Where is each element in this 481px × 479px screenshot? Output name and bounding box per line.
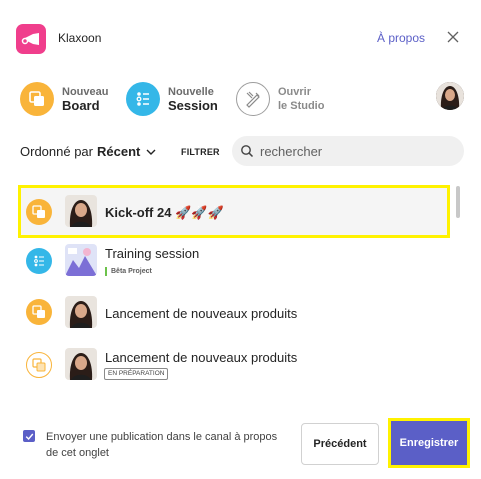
item-thumbnail [65,296,97,328]
project-tag: Bêta Project [105,267,152,276]
new-session-line2: Session [168,98,218,113]
item-title: Kick-off 24 🚀🚀🚀 [105,205,224,220]
board-draft-icon [26,352,52,378]
list-item[interactable]: Lancement de nouveaux produits EN PRÉPAR… [18,340,450,388]
open-studio-line1: Ouvrir [278,86,312,98]
header: Klaxoon À propos [0,0,481,78]
search-icon [241,145,254,158]
board-icon [26,299,52,325]
new-session-button[interactable]: Nouvelle Session [126,81,218,117]
studio-icon [236,82,270,116]
board-icon [20,82,54,116]
item-thumbnail [65,348,97,380]
item-title: Lancement de nouveaux produits [105,306,298,321]
save-button[interactable]: Enregistrer [388,418,470,468]
chevron-down-icon [146,149,156,155]
new-board-button[interactable]: Nouveau Board [20,81,108,117]
close-icon [447,31,459,43]
session-icon [26,248,52,274]
checkmark-icon [25,433,33,440]
close-button[interactable] [443,27,463,47]
app-name: Klaxoon [58,31,102,45]
new-board-line1: Nouveau [62,86,109,98]
new-board-line2: Board [62,98,100,113]
klaxoon-logo [16,24,46,54]
list-item[interactable]: Kick-off 24 🚀🚀🚀 [18,185,450,238]
sort-value: Récent [97,144,141,159]
list-scrollbar[interactable] [456,186,460,218]
publish-notice: Envoyer une publication dans le canal à … [46,431,278,459]
sort-dropdown[interactable]: Ordonné par Récent [20,144,156,159]
item-list: Kick-off 24 🚀🚀🚀 Training session Bêta Pr… [18,180,463,390]
previous-button[interactable]: Précédent [301,423,379,465]
filter-button[interactable]: FILTRER [181,147,220,157]
list-item[interactable]: Lancement de nouveaux produits [18,290,450,334]
publish-checkbox[interactable] [23,430,35,442]
search-box [232,136,464,166]
item-thumbnail [65,195,97,227]
new-session-line1: Nouvelle [168,86,214,98]
item-title: Lancement de nouveaux produits [105,350,298,365]
item-thumbnail [65,244,97,276]
megaphone-icon [21,33,39,45]
sort-prefix: Ordonné par [20,144,93,159]
user-avatar[interactable] [436,82,464,110]
search-input[interactable] [260,143,440,159]
item-title: Training session [105,246,200,261]
session-icon [126,82,160,116]
open-studio-line2: le Studio [278,100,325,112]
status-badge: EN PRÉPARATION [104,368,169,380]
about-link[interactable]: À propos [377,31,425,45]
list-item[interactable]: Training session Bêta Project [18,242,450,286]
board-icon [26,199,52,225]
open-studio-button[interactable]: Ouvrir le Studio [236,81,324,117]
